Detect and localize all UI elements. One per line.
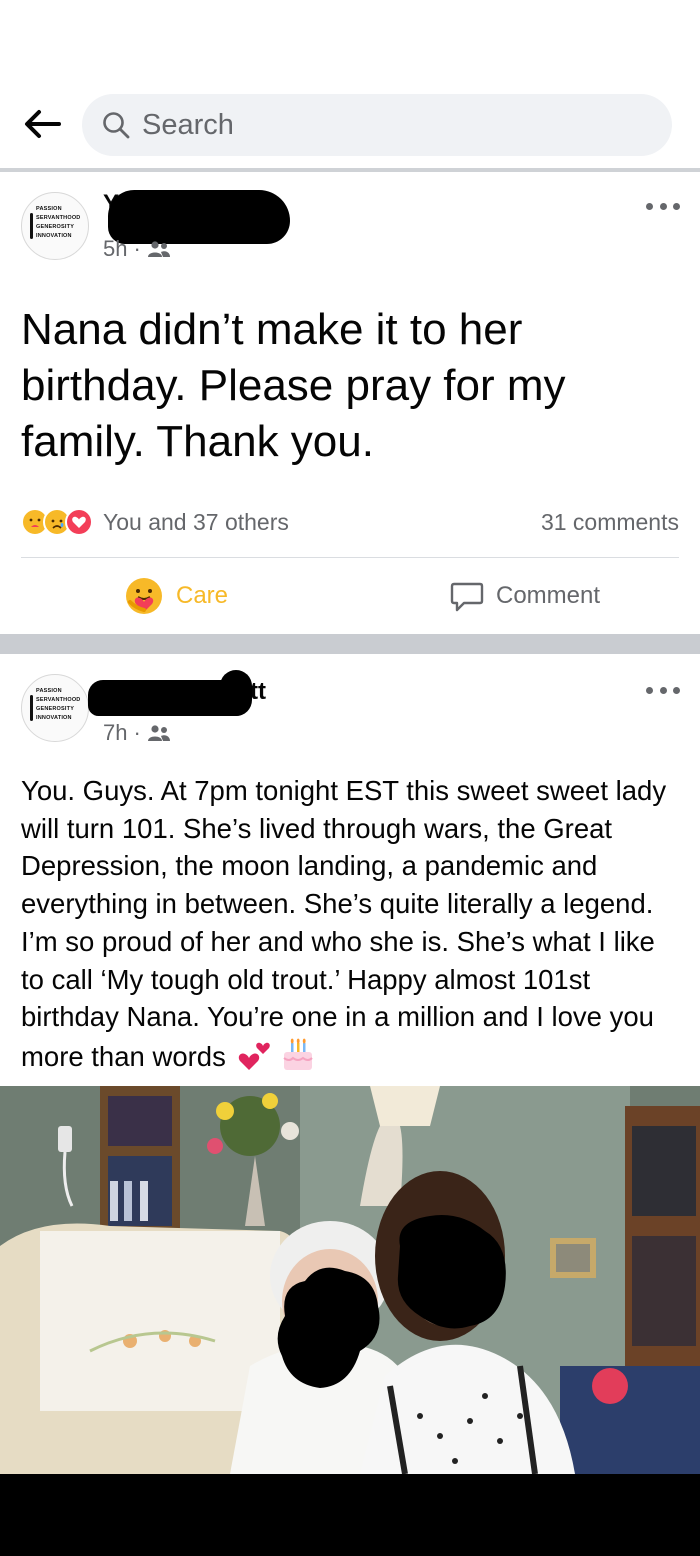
comment-button[interactable]: Comment — [450, 574, 600, 618]
avatar-figure — [30, 695, 33, 721]
author-avatar[interactable]: PASSION SERVANTHOOD GENEROSITY INNOVATIO… — [21, 192, 89, 260]
avatar-logo-text: PASSION SERVANTHOOD GENEROSITY INNOVATIO… — [36, 688, 81, 721]
comments-count[interactable]: 31 comments — [541, 509, 679, 536]
post-card: PASSION SERVANTHOOD GENEROSITY INNOVATIO… — [0, 654, 700, 1086]
care-icon — [126, 578, 162, 614]
search-icon — [103, 112, 130, 139]
more-options-button[interactable] — [646, 680, 680, 700]
comment-icon — [450, 582, 484, 612]
post-time[interactable]: 5h — [103, 236, 127, 262]
birthday-cake-icon — [283, 1038, 313, 1070]
love-reaction-icon — [65, 508, 93, 536]
reaction-icons — [21, 508, 93, 536]
post-meta: 5h · — [103, 236, 171, 262]
post-text: You. Guys. At 7pm tonight EST this sweet… — [21, 772, 681, 1076]
more-options-button[interactable] — [646, 196, 680, 216]
actions-separator — [21, 557, 679, 558]
care-label: Care — [176, 582, 229, 609]
comment-label: Comment — [496, 582, 601, 609]
reactions-text[interactable]: You and 37 others — [103, 509, 289, 536]
post-photo[interactable] — [0, 1086, 700, 1474]
search-input[interactable] — [142, 108, 622, 142]
post-text: Nana didn’t make it to her birthday. Ple… — [21, 305, 566, 466]
back-button[interactable] — [20, 102, 64, 146]
bottom-black-area — [0, 1474, 700, 1556]
care-button[interactable]: Care — [124, 574, 228, 618]
author-avatar[interactable]: PASSION SERVANTHOOD GENEROSITY INNOVATIO… — [21, 674, 89, 742]
post-text-content: You. Guys. At 7pm tonight EST this sweet… — [21, 775, 667, 1072]
search-bar[interactable] — [82, 94, 672, 156]
meta-dot: · — [133, 236, 141, 261]
post-meta: 7h · — [103, 720, 171, 746]
top-bar — [0, 94, 700, 156]
reactions-summary[interactable]: You and 37 others 31 comments — [21, 506, 679, 538]
post-card: PASSION SERVANTHOOD GENEROSITY INNOVATIO… — [0, 172, 700, 634]
avatar-figure — [30, 213, 33, 239]
post-time[interactable]: 7h — [103, 720, 127, 746]
avatar-logo-text: PASSION SERVANTHOOD GENEROSITY INNOVATIO… — [36, 206, 81, 239]
friends-icon — [147, 725, 170, 741]
back-arrow-icon — [25, 110, 61, 138]
photo-illustration — [0, 1086, 700, 1474]
name-redaction — [220, 670, 252, 716]
author-name[interactable]: tt — [250, 678, 266, 706]
status-bar-area — [0, 0, 700, 80]
friends-icon — [147, 241, 170, 257]
hearts-icon — [239, 1042, 271, 1070]
meta-dot: · — [133, 720, 141, 745]
feed-separator — [0, 634, 700, 654]
